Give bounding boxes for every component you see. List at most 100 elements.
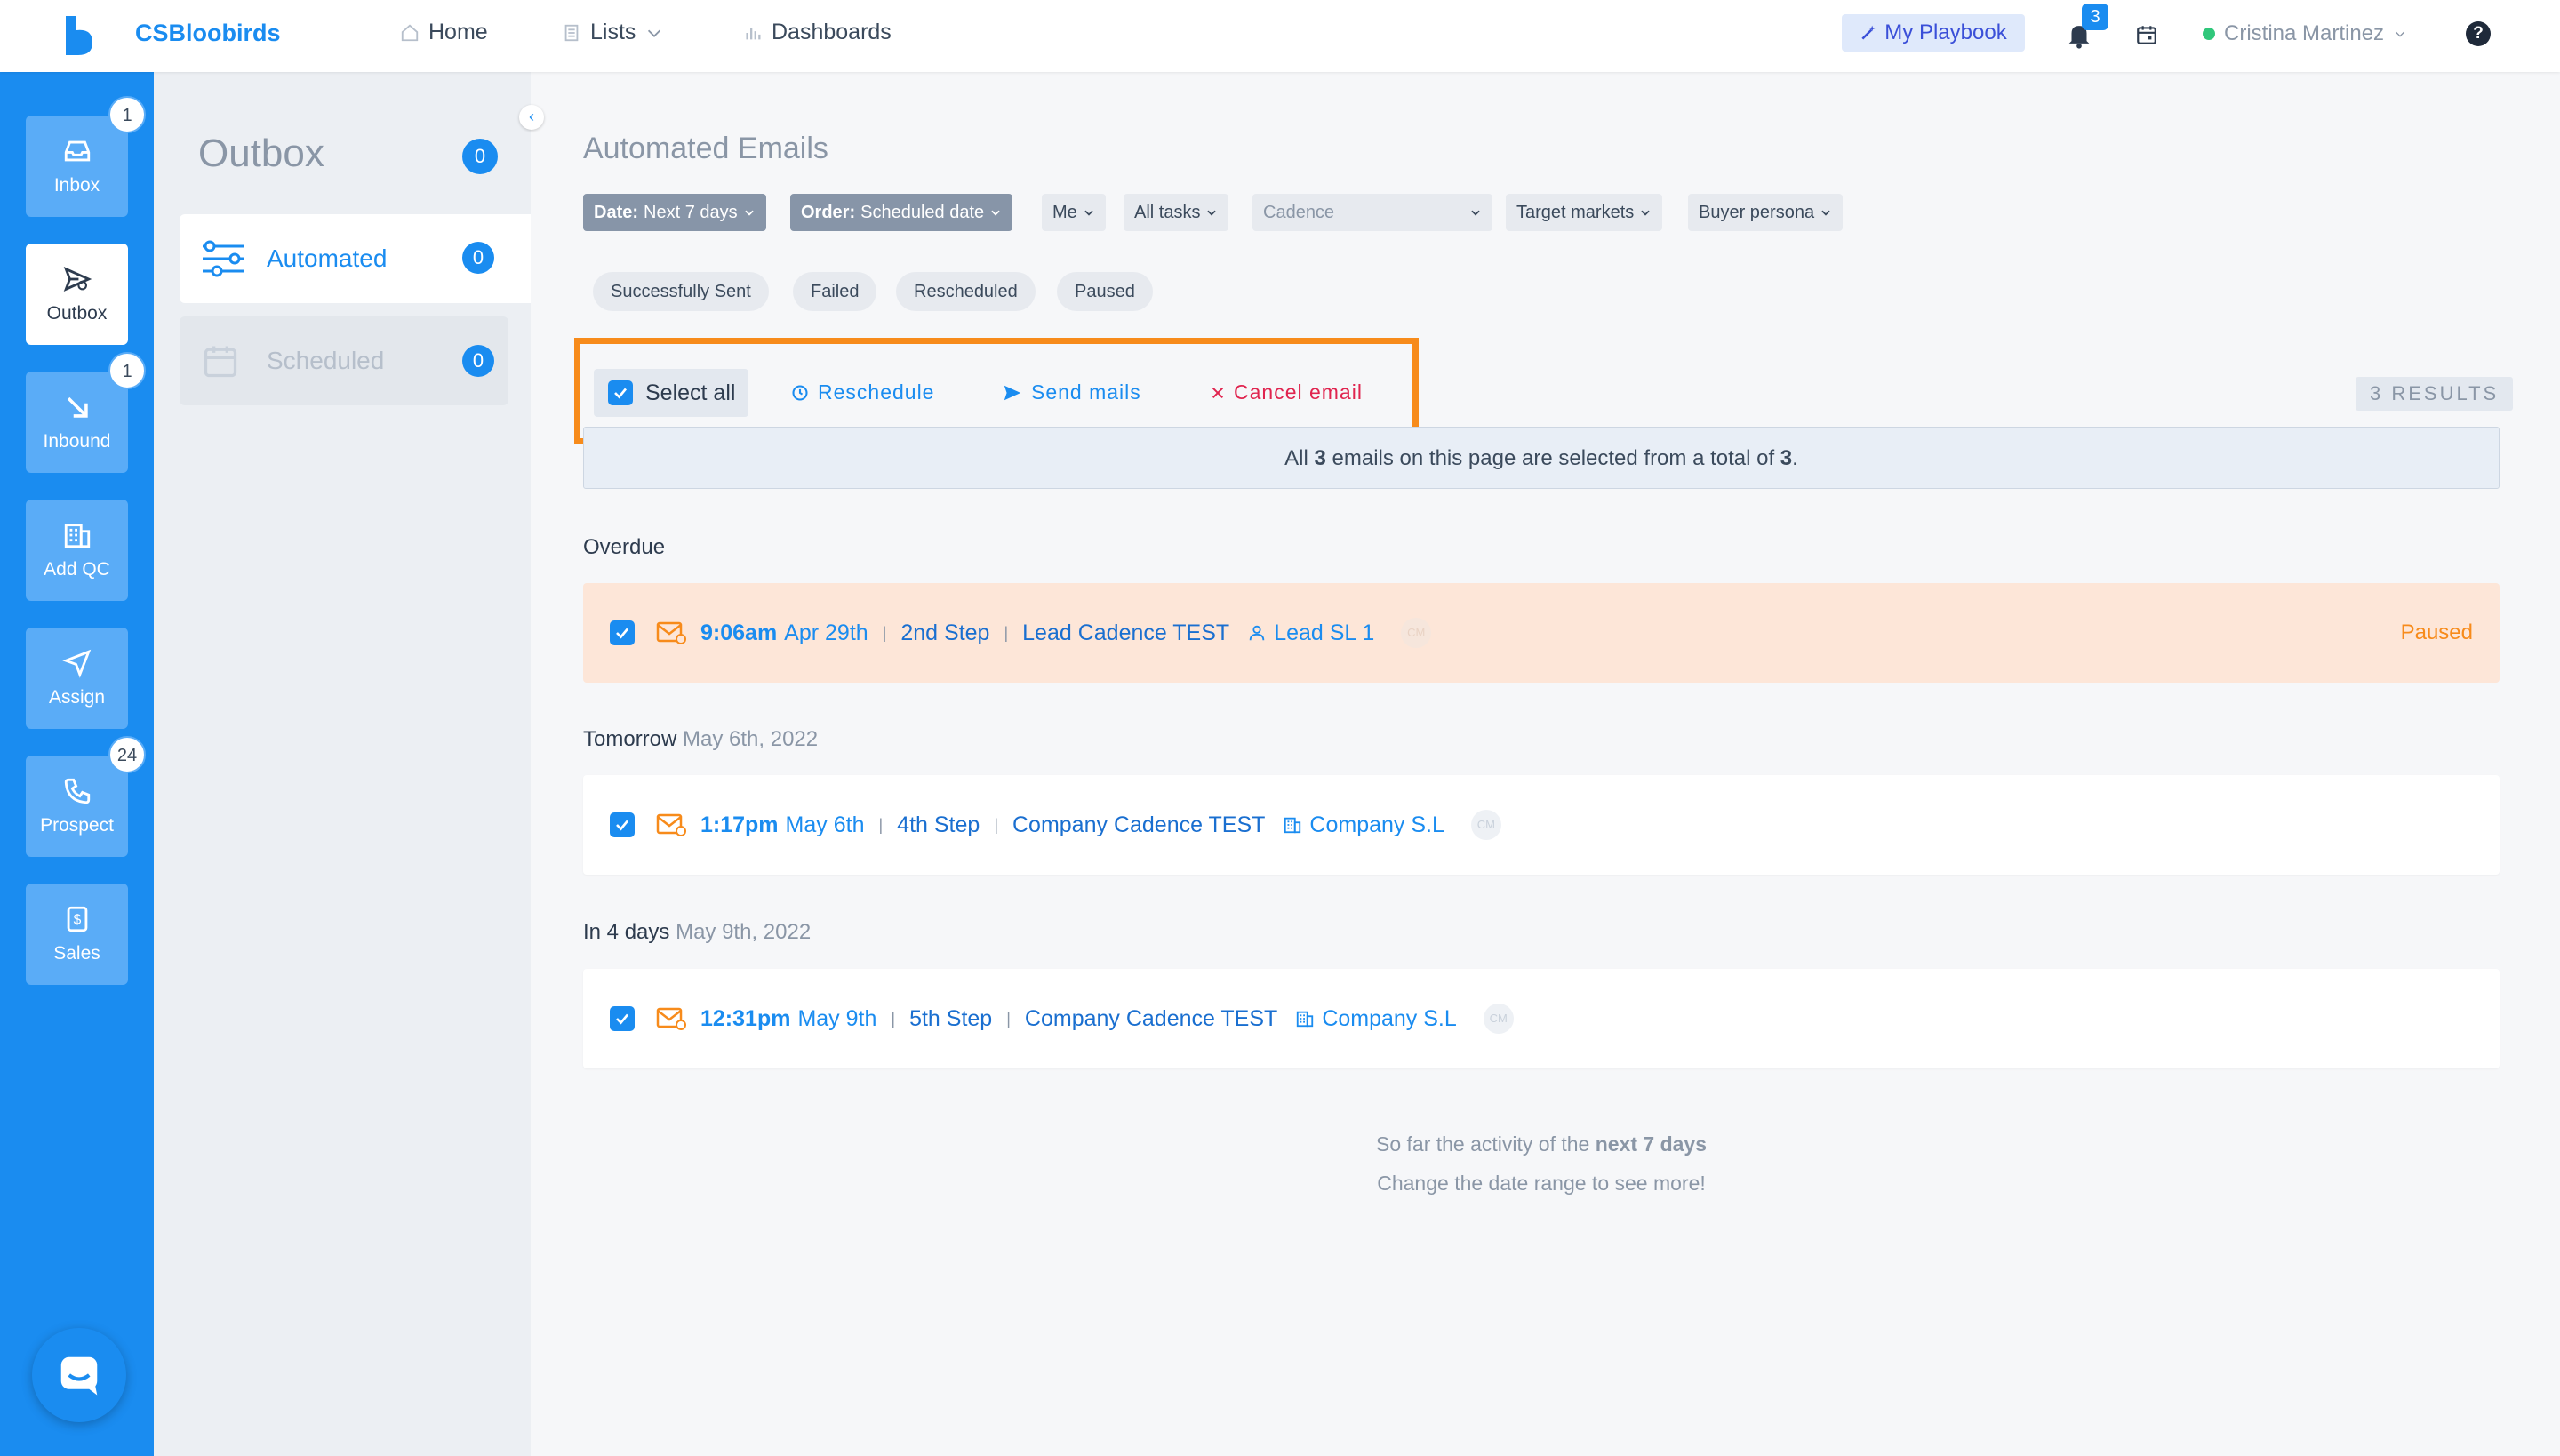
check-icon bbox=[616, 628, 629, 639]
home-icon bbox=[401, 24, 419, 41]
selection-text-post: . bbox=[1792, 446, 1798, 470]
scheduled-count: 0 bbox=[462, 345, 494, 377]
row-company-link[interactable]: Company S.L bbox=[1295, 1005, 1457, 1032]
prospect-badge: 24 bbox=[108, 736, 146, 773]
building-icon bbox=[1297, 1011, 1314, 1028]
check-icon bbox=[616, 1013, 629, 1025]
date-filter[interactable]: Date: Next 7 days bbox=[583, 194, 766, 231]
chevron-down-icon bbox=[648, 29, 661, 37]
building-icon bbox=[1284, 817, 1301, 834]
collapse-panel-button[interactable]: ‹ bbox=[519, 105, 544, 130]
rail-inbox[interactable]: Inbox bbox=[26, 116, 128, 217]
row-date: May 6th bbox=[785, 812, 865, 837]
rail-assign[interactable]: Assign bbox=[26, 628, 128, 729]
row-time: 1:17pm bbox=[700, 812, 779, 837]
avatar: CM bbox=[1401, 618, 1432, 648]
chip-paused[interactable]: Paused bbox=[1057, 272, 1153, 311]
row-checkbox[interactable] bbox=[610, 812, 635, 837]
logo-icon[interactable] bbox=[62, 14, 96, 55]
rail-sales[interactable]: $ Sales bbox=[26, 884, 128, 985]
table-row[interactable]: 12:31pm May 9th | 5th Step | Company Cad… bbox=[583, 969, 2500, 1068]
chevron-down-icon bbox=[991, 210, 1000, 216]
chip-failed[interactable]: Failed bbox=[793, 272, 877, 311]
rail-prospect-label: Prospect bbox=[40, 815, 114, 836]
separator: | bbox=[882, 623, 887, 642]
tab-automated-label: Automated bbox=[267, 244, 388, 272]
rail-add-qc[interactable]: Add QC bbox=[26, 500, 128, 601]
wand-icon bbox=[1861, 25, 1876, 40]
phone-icon bbox=[64, 778, 90, 804]
selection-count: 3 bbox=[1314, 446, 1326, 470]
cadence-filter[interactable]: Cadence bbox=[1252, 194, 1492, 231]
inbound-badge: 1 bbox=[108, 352, 146, 389]
dollar-icon: $ bbox=[67, 906, 87, 932]
section-tomorrow-date: May 6th, 2022 bbox=[683, 727, 819, 751]
selection-text-mid: emails on this page are selected from a … bbox=[1325, 446, 1780, 470]
status-badge: Paused bbox=[2400, 620, 2473, 644]
mail-icon bbox=[656, 621, 686, 644]
table-row[interactable]: 9:06am Apr 29th | 2nd Step | Lead Cadenc… bbox=[583, 583, 2500, 683]
section-in-4-days-label: In 4 days bbox=[583, 920, 670, 944]
separator: | bbox=[1004, 623, 1009, 642]
order-filter-value: Scheduled date bbox=[860, 202, 985, 222]
my-playbook-button[interactable]: My Playbook bbox=[1842, 14, 2025, 52]
row-cadence[interactable]: Company Cadence TEST bbox=[1025, 1006, 1277, 1032]
chat-icon bbox=[60, 1356, 98, 1396]
chip-successfully-sent[interactable]: Successfully Sent bbox=[593, 272, 769, 311]
tasks-filter[interactable]: All tasks bbox=[1124, 194, 1229, 231]
row-lead-link[interactable]: Lead SL 1 bbox=[1247, 620, 1374, 646]
building-icon bbox=[64, 524, 90, 548]
chat-launcher[interactable] bbox=[32, 1328, 126, 1422]
rail-outbox[interactable]: Outbox bbox=[26, 244, 128, 345]
automation-icon bbox=[203, 240, 244, 277]
arrow-down-right-icon bbox=[67, 396, 88, 418]
nav-lists[interactable]: Lists bbox=[562, 20, 664, 45]
results-count: 3 RESULTS bbox=[2356, 377, 2514, 411]
row-step: 2nd Step bbox=[900, 620, 990, 645]
chip-rescheduled[interactable]: Rescheduled bbox=[896, 272, 1036, 311]
footer-note-line1: So far the activity of the next 7 days bbox=[1364, 1132, 1719, 1156]
assignee-filter[interactable]: Me bbox=[1042, 194, 1106, 231]
order-filter[interactable]: Order: Scheduled date bbox=[790, 194, 1013, 231]
brand-name[interactable]: CSBloobirds bbox=[135, 20, 281, 47]
outbox-count: 0 bbox=[462, 139, 498, 174]
section-tomorrow: Tomorrow May 6th, 2022 bbox=[583, 727, 818, 752]
tasks-filter-value: All tasks bbox=[1134, 202, 1201, 222]
separator: | bbox=[994, 815, 998, 834]
page-title: Automated Emails bbox=[583, 132, 828, 165]
list-icon bbox=[564, 24, 579, 41]
chevron-down-icon bbox=[1471, 210, 1480, 216]
rail-add-qc-label: Add QC bbox=[44, 559, 110, 580]
row-checkbox[interactable] bbox=[610, 620, 635, 645]
row-checkbox[interactable] bbox=[610, 1006, 635, 1031]
rail-inbound[interactable]: Inbound bbox=[26, 372, 128, 473]
target-markets-value: Target markets bbox=[1516, 202, 1635, 222]
calendar-icon[interactable] bbox=[2135, 23, 2158, 46]
row-cadence[interactable]: Company Cadence TEST bbox=[1012, 812, 1265, 838]
row-company-name: Company S.L bbox=[1322, 1005, 1457, 1031]
row-company-name: Company S.L bbox=[1309, 812, 1444, 837]
chevron-down-icon bbox=[744, 210, 754, 216]
buyer-persona-filter[interactable]: Buyer persona bbox=[1688, 194, 1844, 231]
chevron-down-icon bbox=[1084, 210, 1093, 216]
rail-assign-label: Assign bbox=[48, 687, 106, 708]
row-cadence[interactable]: Lead Cadence TEST bbox=[1022, 620, 1229, 646]
nav-home[interactable]: Home bbox=[400, 20, 488, 45]
row-company-link[interactable]: Company S.L bbox=[1283, 812, 1444, 838]
help-icon[interactable]: ? bbox=[2466, 21, 2491, 46]
nav-dashboards[interactable]: Dashboards bbox=[743, 20, 892, 45]
outbox-title: Outbox bbox=[198, 132, 324, 175]
inbox-icon bbox=[64, 140, 90, 162]
chevron-down-icon bbox=[1207, 210, 1217, 216]
rail-prospect[interactable]: Prospect bbox=[26, 756, 128, 857]
table-row[interactable]: 1:17pm May 6th | 4th Step | Company Cade… bbox=[583, 775, 2500, 875]
avatar: CM bbox=[1470, 810, 1501, 840]
user-name: Cristina Martinez bbox=[2224, 21, 2385, 45]
send-icon bbox=[63, 266, 92, 292]
cadence-filter-placeholder: Cadence bbox=[1263, 202, 1335, 222]
rail-sales-label: Sales bbox=[53, 943, 100, 964]
online-status-dot bbox=[2203, 28, 2215, 40]
target-markets-filter[interactable]: Target markets bbox=[1506, 194, 1663, 231]
tab-scheduled[interactable]: Scheduled bbox=[180, 316, 508, 405]
user-menu[interactable]: Cristina Martinez bbox=[2203, 21, 2407, 46]
